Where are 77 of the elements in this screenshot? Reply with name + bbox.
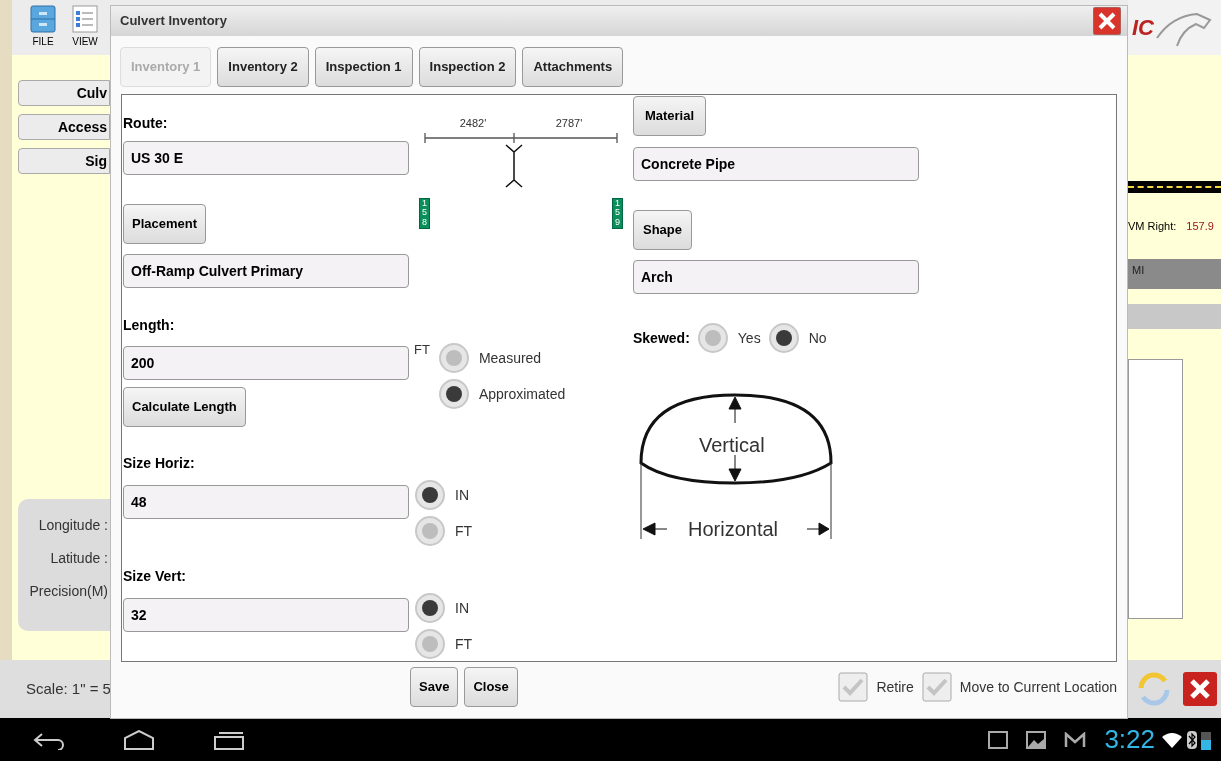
toolbar-label: VIEW [72, 35, 98, 49]
radio-label: Approximated [478, 384, 566, 404]
form-button[interactable]: Calculate Length [123, 387, 246, 427]
sidebar-button[interactable]: Culv [18, 80, 110, 106]
location-label: Longitude : [38, 516, 108, 535]
picture-icon [1026, 730, 1047, 749]
distance-label: 2787' [554, 116, 584, 131]
text-field[interactable]: Arch [633, 260, 919, 294]
unit-label: FT [414, 341, 430, 356]
checkbox-label: Move to Current Location [959, 677, 1117, 697]
close-icon[interactable] [1183, 672, 1217, 706]
radio-button[interactable] [415, 593, 445, 623]
list-icon[interactable] [72, 4, 98, 34]
field-label: Length: [123, 316, 176, 335]
tab[interactable]: Inspection 1 [314, 47, 413, 87]
text-field[interactable]: Off-Ramp Culvert Primary [123, 254, 409, 288]
tab[interactable]: Inventory 2 [217, 47, 309, 87]
distance-label: 2482' [458, 116, 488, 131]
radio-label: IN [455, 485, 469, 505]
calendar-icon [988, 730, 1009, 749]
recent-apps-icon[interactable] [212, 729, 246, 750]
tab[interactable]: Inspection 2 [418, 47, 517, 87]
close-icon[interactable] [1093, 7, 1121, 35]
radio-label: Measured [478, 348, 542, 368]
radio-label: FT [455, 634, 473, 654]
radio-label: No [808, 328, 827, 348]
horizontal-dimension-label: Horizontal [688, 519, 779, 539]
radio-button[interactable] [768, 323, 799, 353]
field-label: Skewed: [633, 328, 690, 348]
drawer-icon[interactable] [30, 4, 56, 34]
scale-text: Scale: 1" = 5 [26, 678, 111, 699]
radio-button[interactable] [415, 480, 445, 510]
logo-text: IC [1132, 14, 1154, 42]
sidebar-button[interactable]: Sig [18, 148, 110, 174]
radio-label: Yes [737, 328, 761, 348]
wifi-icon [1161, 731, 1183, 748]
milepost-marker: 159 [612, 197, 623, 229]
field-label: Route: [123, 114, 169, 133]
text-field[interactable]: 200 [123, 346, 409, 380]
radio-label: FT [455, 521, 473, 541]
dialog-title: Culvert Inventory [120, 12, 227, 31]
text-field[interactable]: Concrete Pipe [633, 147, 919, 181]
toolbar-label: FILE [32, 35, 54, 49]
radio-label: IN [455, 598, 469, 618]
field-label: Size Vert: [123, 567, 188, 586]
marker-label: VM Right: [1128, 218, 1177, 234]
location-label: Latitude : [50, 549, 108, 568]
form-button[interactable]: Close [464, 667, 518, 707]
text-field[interactable]: 48 [123, 485, 409, 519]
culvert-symbol-icon [505, 143, 523, 188]
radio-button[interactable] [415, 516, 445, 546]
form-button[interactable]: Save [410, 667, 459, 707]
bluetooth-icon [1187, 730, 1197, 749]
form-button[interactable]: Placement [123, 204, 207, 244]
mail-icon [1064, 731, 1087, 748]
battery-icon [1201, 729, 1211, 750]
checkbox-label: Retire [876, 677, 914, 697]
checkbox[interactable] [838, 672, 869, 702]
text-field[interactable]: US 30 E [123, 141, 409, 175]
form-button[interactable]: Shape [633, 210, 692, 250]
tab[interactable]: Attachments [522, 47, 624, 87]
checkbox[interactable] [921, 672, 952, 702]
unit-bar: MI [1128, 259, 1221, 289]
location-label: Precision(M) [29, 582, 108, 601]
form-button[interactable]: Material [633, 96, 706, 136]
home-icon[interactable] [122, 729, 156, 750]
radio-button[interactable] [415, 629, 445, 659]
sidebar-button[interactable]: Access [18, 114, 110, 140]
milepost-marker: 158 [419, 197, 430, 229]
text-field[interactable]: 32 [123, 598, 409, 632]
radio-button[interactable] [438, 379, 469, 409]
field-label: Size Horiz: [123, 454, 196, 473]
radio-button[interactable] [438, 343, 469, 373]
clock-time: 3:22 [1104, 723, 1155, 756]
radio-button[interactable] [697, 323, 728, 353]
vertical-dimension-label: Vertical [699, 433, 765, 458]
marker-value: 157.9 [1186, 218, 1214, 234]
